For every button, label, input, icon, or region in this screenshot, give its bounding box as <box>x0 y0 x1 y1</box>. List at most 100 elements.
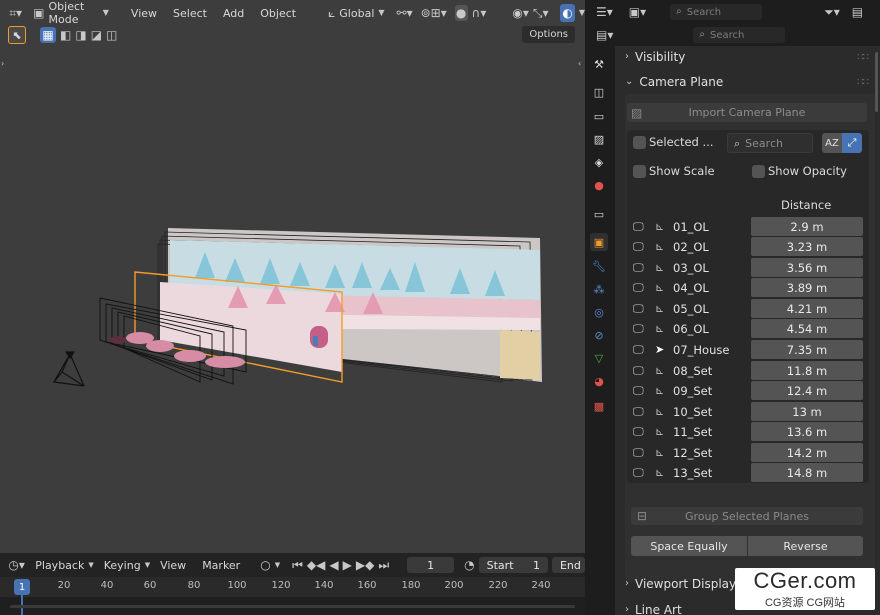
output-tab-icon[interactable]: ▭ <box>590 107 608 125</box>
list-item[interactable]: 🖵︎ ⊾ 10_Set 13 m <box>633 402 869 421</box>
monitor-icon[interactable]: 🖵︎ <box>633 261 647 275</box>
monitor-icon[interactable]: 🖵︎ <box>633 364 647 378</box>
list-filter-input[interactable]: ⌕ Search <box>727 133 813 153</box>
visibility-panel-header[interactable]: › Visibility ∷∷ <box>615 46 880 68</box>
distance-field[interactable]: 4.21 m <box>751 299 863 318</box>
monitor-icon[interactable]: 🖵︎ <box>633 302 647 316</box>
menu-view[interactable]: View <box>154 559 192 572</box>
drag-handle-icon[interactable]: ∷∷ <box>857 77 869 88</box>
stopwatch-icon[interactable]: ◔ <box>464 559 474 571</box>
timeline-track[interactable] <box>0 597 585 615</box>
monitor-icon[interactable]: 🖵︎ <box>633 322 647 336</box>
distance-field[interactable]: 12.4 m <box>751 381 863 400</box>
distance-field[interactable]: 14.8 m <box>751 463 863 482</box>
filter-icon[interactable]: ⏷▾ <box>824 6 840 18</box>
visibility-label: Visibility <box>635 50 686 64</box>
3d-viewport[interactable]: ⌗▾ ▣ Object Mode ▼ View Select Add Objec… <box>0 0 585 553</box>
display-mode-icon[interactable]: ▣▾ <box>629 6 646 18</box>
monitor-icon[interactable]: 🖵︎ <box>633 281 647 295</box>
distance-field[interactable]: 11.8 m <box>751 361 863 380</box>
world-tab-icon[interactable]: ● <box>590 176 608 194</box>
physics-tab-icon[interactable]: ◎ <box>590 303 608 321</box>
menu-marker[interactable]: Marker <box>196 559 246 572</box>
editor-type-icon[interactable]: ☰▾ <box>596 6 613 18</box>
distance-field[interactable]: 3.23 m <box>751 237 863 256</box>
editor-type-icon[interactable]: ▤▾ <box>596 29 613 41</box>
monitor-icon[interactable]: 🖵︎ <box>633 446 647 460</box>
scene-render[interactable] <box>0 0 585 553</box>
timeline-scrollbar[interactable] <box>10 605 575 608</box>
import-camera-plane-button[interactable]: ▨ Import Camera Plane <box>627 103 867 122</box>
jump-start-icon[interactable]: ⏮ <box>292 559 303 571</box>
list-item[interactable]: 🖵︎ ⊾ 12_Set 14.2 m <box>633 443 869 462</box>
show-opacity-checkbox[interactable] <box>752 165 765 178</box>
next-keyframe-icon[interactable]: ▶◆ <box>356 559 374 571</box>
properties-search-input[interactable]: ⌕ Search <box>693 27 786 43</box>
particles-tab-icon[interactable]: ⁂ <box>590 280 608 298</box>
list-item[interactable]: 🖵︎ ⊾ 08_Set 11.8 m <box>633 361 869 380</box>
collection-tab-icon[interactable]: ▭ <box>590 205 608 223</box>
playhead-frame[interactable]: 1 <box>14 579 30 595</box>
distance-field[interactable]: 2.9 m <box>751 217 863 236</box>
sort-alpha-icon[interactable]: AZ <box>822 133 842 153</box>
distance-field[interactable]: 3.89 m <box>751 278 863 297</box>
distance-field[interactable]: 13 m <box>751 402 863 421</box>
record-icon[interactable]: ○ <box>260 559 270 571</box>
monitor-icon[interactable]: 🖵︎ <box>633 220 647 234</box>
distance-field[interactable]: 13.6 m <box>751 422 863 441</box>
clock-icon[interactable]: ◷▾ <box>8 559 25 571</box>
play-reverse-icon[interactable]: ◀ <box>329 559 338 571</box>
reverse-button[interactable]: Reverse <box>748 536 863 556</box>
jump-end-icon[interactable]: ⏭ <box>378 559 389 571</box>
new-collection-icon[interactable]: ▤ <box>852 6 863 18</box>
drag-handle-icon[interactable]: ∷∷ <box>857 52 869 63</box>
modifier-tab-icon[interactable]: 🔧︎ <box>590 257 608 275</box>
render-tab-icon[interactable]: ◫ <box>590 83 608 101</box>
menu-keying[interactable]: Keying <box>98 559 147 572</box>
monitor-icon[interactable]: 🖵︎ <box>633 405 647 419</box>
list-item[interactable]: 🖵︎ ⊾ 05_OL 4.21 m <box>633 299 869 318</box>
sort-reverse-icon[interactable]: ⤢ <box>842 133 862 153</box>
distance-field[interactable]: 7.35 m <box>751 340 863 359</box>
prev-keyframe-icon[interactable]: ◆◀ <box>307 559 325 571</box>
list-item[interactable]: 🖵︎ ⊾ 13_Set 14.8 m <box>633 463 869 482</box>
selected-only-checkbox[interactable] <box>633 136 646 149</box>
monitor-icon[interactable]: 🖵︎ <box>633 384 647 398</box>
view-layer-tab-icon[interactable]: ▨ <box>590 130 608 148</box>
monitor-icon[interactable]: 🖵︎ <box>633 425 647 439</box>
texture-tab-icon[interactable]: ▩ <box>590 397 608 415</box>
camera-object[interactable] <box>52 351 85 387</box>
tool-tab-icon[interactable]: ⚒ <box>590 55 608 73</box>
camera-plane-panel-header[interactable]: ⌄ Camera Plane ∷∷ <box>615 71 880 93</box>
scene-tab-icon[interactable]: ◈ <box>590 153 608 171</box>
group-selected-planes-button[interactable]: ⊟ Group Selected Planes <box>631 507 863 525</box>
list-item[interactable]: 🖵︎ ⊾ 02_OL 3.23 m <box>633 237 869 256</box>
menu-playback[interactable]: Playback <box>29 559 90 572</box>
material-tab-icon[interactable]: ◕ <box>590 372 608 390</box>
end-frame-field[interactable]: End <box>551 557 586 573</box>
data-tab-icon[interactable]: ▽ <box>590 349 608 367</box>
list-item[interactable]: 🖵︎ ⊾ 04_OL 3.89 m <box>633 278 869 297</box>
list-item[interactable]: 🖵︎ ➤ 07_House 7.35 m <box>633 340 869 359</box>
outliner-search-input[interactable]: ⌕ Search <box>670 4 763 20</box>
distance-field[interactable]: 3.56 m <box>751 258 863 277</box>
monitor-icon[interactable]: 🖵︎ <box>633 466 647 480</box>
monitor-icon[interactable]: 🖵︎ <box>633 240 647 254</box>
list-item[interactable]: 🖵︎ ⊾ 09_Set 12.4 m <box>633 381 869 400</box>
show-scale-checkbox[interactable] <box>633 165 646 178</box>
list-item[interactable]: 🖵︎ ⊾ 11_Set 13.6 m <box>633 422 869 441</box>
object-tab-icon[interactable]: ▣ <box>590 233 608 251</box>
list-item[interactable]: 🖵︎ ⊾ 03_OL 3.56 m <box>633 258 869 277</box>
current-frame-field[interactable]: 1 <box>407 557 455 573</box>
list-item[interactable]: 🖵︎ ⊾ 06_OL 4.54 m <box>633 319 869 338</box>
play-icon[interactable]: ▶ <box>343 559 352 571</box>
list-item[interactable]: 🖵︎ ⊾ 01_OL 2.9 m <box>633 217 869 236</box>
timeline-ruler[interactable]: 20 40 60 80 100 120 140 160 180 200 220 … <box>0 577 585 615</box>
distance-field[interactable]: 4.54 m <box>751 319 863 338</box>
start-frame-field[interactable]: Start 1 <box>478 557 548 573</box>
space-equally-button[interactable]: Space Equally <box>631 536 747 556</box>
monitor-icon[interactable]: 🖵︎ <box>633 343 647 357</box>
distance-field[interactable]: 14.2 m <box>751 443 863 462</box>
constraints-tab-icon[interactable]: ⊘ <box>590 326 608 344</box>
properties-scrollbar[interactable] <box>875 52 878 112</box>
